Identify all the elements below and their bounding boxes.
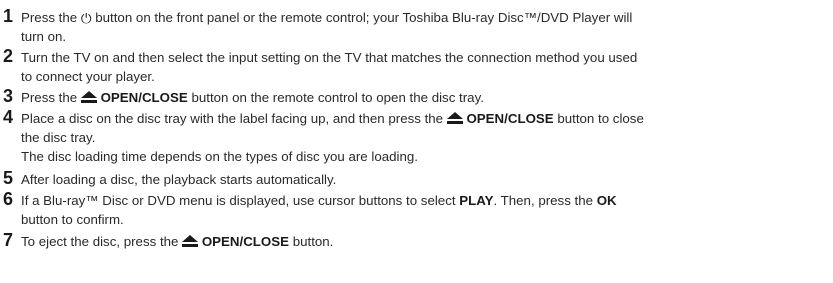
step-text-part: button on the front panel or the remote … [91,10,633,25]
step-text: Turn the TV on and then select the input… [21,48,826,86]
step-text: To eject the disc, press the OPEN/CLOSE … [21,232,826,251]
step-number: 3 [3,86,14,106]
step-text: Press the OPEN/CLOSE button on the remot… [21,88,826,107]
step-text-part: Place a disc on the disc tray with the l… [21,111,447,126]
step-text: After loading a disc, the playback start… [21,170,826,189]
step-text-part: If a Blu-ray™ Disc or DVD menu is displa… [21,193,460,208]
step-text-line: turn on. [21,29,67,44]
power-icon: ⏻ [80,11,92,26]
eject-icon [182,235,199,247]
step-number: 4 [3,107,14,127]
step-text: Place a disc on the disc tray with the l… [21,109,826,166]
step-text-part: Press the [21,10,81,25]
step-number: 6 [3,189,14,209]
step-number: 1 [3,6,14,26]
play-label: PLAY [459,193,494,208]
step-text-part: button. [289,234,334,249]
step-number: 2 [3,46,14,66]
step-text-part: button on the remote control to open the… [187,90,484,105]
step-text-part: button to close [553,111,644,126]
step-text-line: Turn the TV on and then select the input… [21,50,638,65]
open-close-label: OPEN/CLOSE [100,90,188,105]
step-text: Press the ⏻ button on the front panel or… [21,8,826,46]
step-number: 7 [3,230,14,250]
ok-label: OK [596,193,617,208]
step-text-part: Press the [21,90,81,105]
instruction-list: 1 Press the ⏻ button on the front panel … [0,0,833,283]
step-number: 5 [3,168,14,188]
step-text-line: the disc tray. [21,130,96,145]
step-text-part: To eject the disc, press the [21,234,183,249]
eject-icon [80,91,97,103]
step-text-line: After loading a disc, the playback start… [21,172,337,187]
step-text-line: button to confirm. [21,212,124,227]
eject-icon [446,112,463,124]
open-close-label: OPEN/CLOSE [466,111,554,126]
step-text-line: The disc loading time depends on the typ… [21,149,418,164]
step-text-line: to connect your player. [21,69,155,84]
open-close-label: OPEN/CLOSE [201,234,290,249]
step-text-part: . Then, press the [493,193,597,208]
step-text: If a Blu-ray™ Disc or DVD menu is displa… [21,191,826,229]
